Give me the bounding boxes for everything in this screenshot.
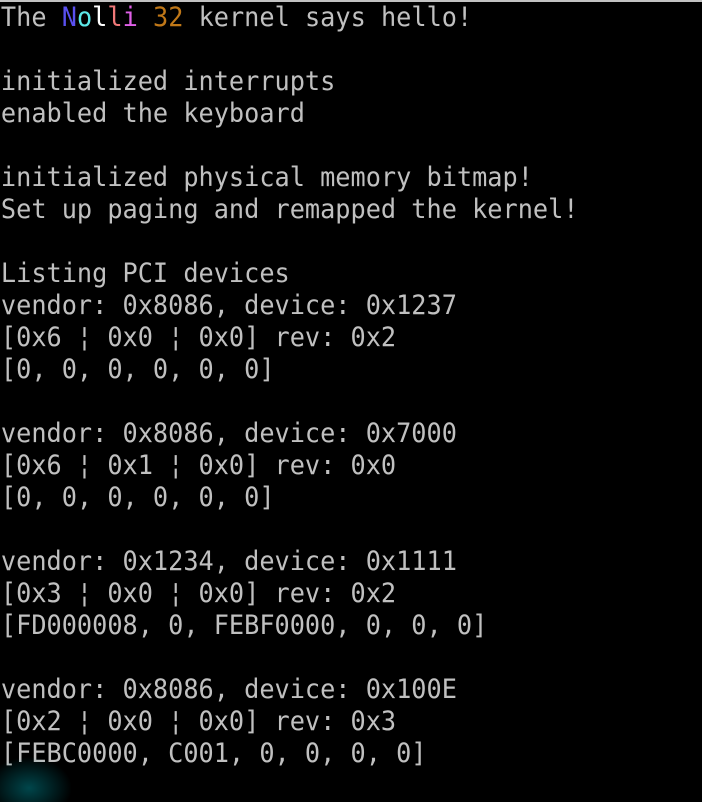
- banner-version: 32: [152, 2, 184, 33]
- pci-device-vendor-line: vendor: 0x8086, device: 0x1237: [0, 290, 457, 321]
- console-line-boot-3: Set up paging and remapped the kernel!: [0, 194, 579, 225]
- banner-char-n: N: [61, 2, 77, 33]
- pci-device-class-line: [0x6 ¦ 0x1 ¦ 0x0] rev: 0x0: [0, 450, 397, 481]
- banner-space: [138, 2, 153, 33]
- banner-char-i: i: [122, 2, 138, 33]
- pci-device-class-line: [0x2 ¦ 0x0 ¦ 0x0] rev: 0x3: [0, 706, 397, 737]
- banner-char-o: o: [76, 2, 93, 33]
- console-text-area[interactable]: The Nolli 32 kernel says hello! initiali…: [0, 2, 702, 770]
- pci-device-vendor-line: vendor: 0x8086, device: 0x100E: [0, 674, 457, 705]
- console-line-pci-heading: Listing PCI devices: [0, 258, 290, 289]
- banner-prefix: The: [0, 2, 62, 33]
- pci-device-vendor-line: vendor: 0x1234, device: 0x1111: [0, 546, 457, 577]
- pci-device-class-line: [0x6 ¦ 0x0 ¦ 0x0] rev: 0x2: [0, 322, 397, 353]
- console-line-boot-2: initialized physical memory bitmap!: [0, 162, 533, 193]
- window-top-border: [0, 0, 702, 2]
- console-line-boot-0: initialized interrupts: [0, 66, 336, 97]
- banner-suffix: kernel says hello!: [183, 2, 473, 33]
- pci-device-bar-line: [0, 0, 0, 0, 0, 0]: [0, 482, 275, 513]
- kernel-console-window[interactable]: The Nolli 32 kernel says hello! initiali…: [0, 0, 702, 802]
- pci-device-bar-line: [FD000008, 0, FEBF0000, 0, 0, 0]: [0, 610, 488, 641]
- console-line-boot-1: enabled the keyboard: [0, 98, 305, 129]
- console-line-banner: The Nolli 32 kernel says hello!: [0, 2, 656, 34]
- pci-device-bar-line: [FEBC0000, C001, 0, 0, 0, 0]: [0, 738, 427, 769]
- pci-device-bar-line: [0, 0, 0, 0, 0, 0]: [0, 354, 275, 385]
- pci-device-vendor-line: vendor: 0x8086, device: 0x7000: [0, 418, 457, 449]
- banner-char-l-second: l: [107, 2, 123, 33]
- pci-device-class-line: [0x3 ¦ 0x0 ¦ 0x0] rev: 0x2: [0, 578, 397, 609]
- banner-char-l-first: l: [92, 2, 108, 33]
